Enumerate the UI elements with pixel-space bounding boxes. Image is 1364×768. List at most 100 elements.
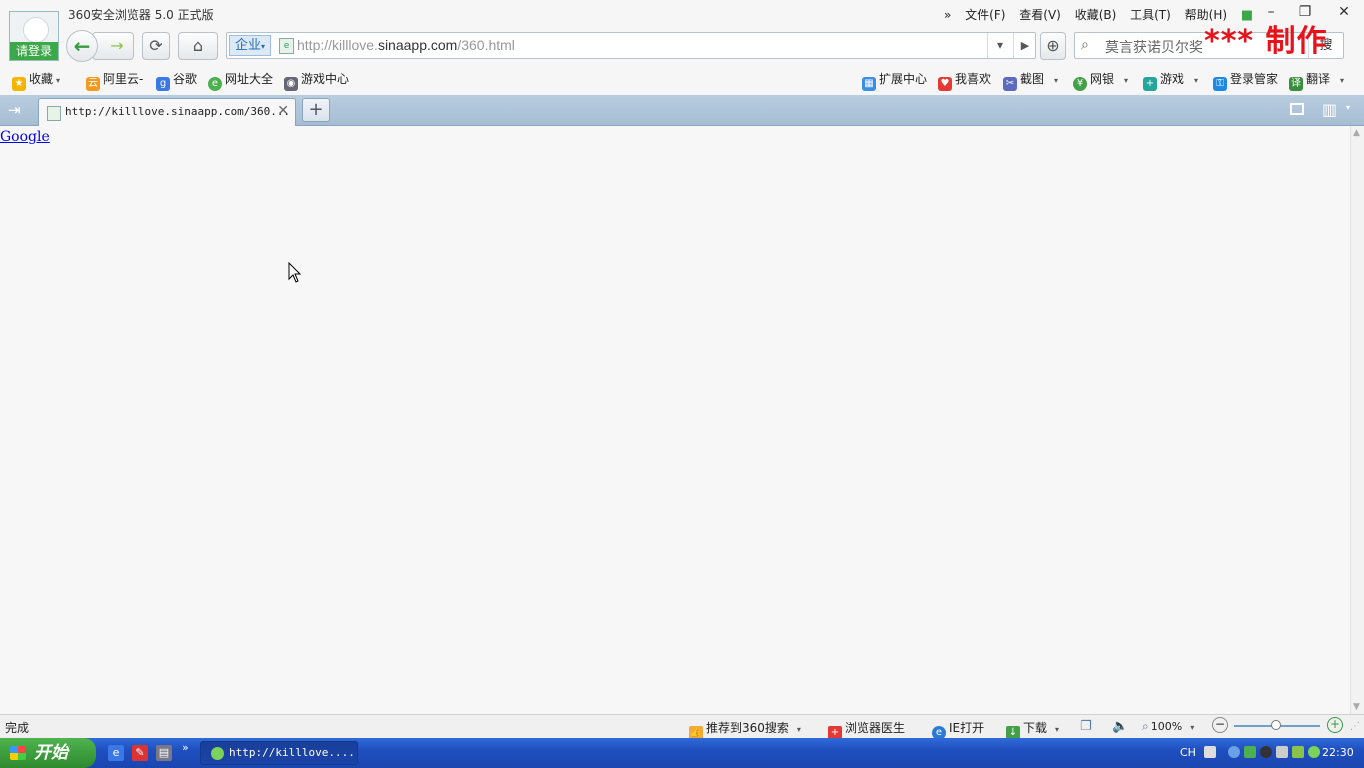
taskbar-browser-window[interactable]: http://killlove.... [200, 741, 358, 765]
tab-close-icon[interactable]: ✕ [277, 103, 289, 119]
window-list-icon[interactable]: ❐ [1080, 719, 1092, 734]
sidebar-toggle-icon[interactable]: ⇥ [8, 101, 21, 119]
go-button[interactable]: ▶ [1013, 33, 1036, 58]
quicklaunch-more-icon[interactable]: » [182, 741, 189, 754]
tray-network-icon[interactable] [1244, 746, 1256, 758]
browser-doctor-button[interactable]: + 浏览器医生 [828, 719, 905, 740]
bookmark-game-center[interactable]: ◉ 游戏中心 [284, 70, 349, 91]
bookmark-label: 网址大全 [225, 72, 274, 86]
trash-icon[interactable]: ▥ [1322, 100, 1337, 119]
new-tab-button[interactable]: + [302, 98, 330, 122]
back-button[interactable]: ← [66, 30, 98, 62]
chevron-down-icon[interactable]: ▾ [1194, 76, 1198, 85]
bookmark-extensions[interactable]: ▦ 扩展中心 [862, 70, 927, 91]
bookmark-label: 翻译 [1306, 72, 1331, 86]
gamepad-icon: ◉ [284, 77, 298, 91]
magnifier-icon: ⌕ [1142, 719, 1149, 733]
chevron-down-icon: ▾ [56, 76, 61, 85]
start-button[interactable]: 开始 [0, 738, 96, 768]
close-button[interactable]: ✕ [1330, 2, 1358, 22]
page-content: Google [0, 126, 1350, 714]
bookmark-bank[interactable]: ¥ 网银 ▾ [1073, 70, 1128, 91]
bookmark-login-manager[interactable]: ⚿ 登录管家 [1213, 70, 1278, 91]
recommend-360-search-button[interactable]: 👍 推荐到360搜索 ▾ [689, 719, 801, 740]
chevron-down-icon[interactable]: ▾ [1054, 76, 1058, 85]
bookmark-aliyun[interactable]: 云阿里云- [86, 70, 143, 91]
windows-taskbar: 开始 e ✎ ▤ » http://killlove.... CH 22:30 [0, 738, 1364, 768]
tray-360-icon[interactable] [1308, 746, 1320, 758]
reload-button[interactable]: ⟳ [142, 32, 170, 60]
security-shield-button[interactable]: ⊕ [1040, 32, 1066, 60]
bookmark-site-nav[interactable]: e 网址大全 [208, 70, 273, 91]
bookmark-like[interactable]: ♥ 我喜欢 [938, 70, 991, 91]
url-text[interactable]: http://killlove.sinaapp.com/360.html [297, 37, 515, 53]
tray-display-icon[interactable] [1276, 746, 1288, 758]
resize-grip-icon[interactable]: ⋰ [1350, 721, 1360, 732]
bookmark-label: 谷歌 [173, 72, 198, 86]
screenshot-icon: ✂ [1003, 77, 1017, 91]
home-button[interactable]: ⌂ [178, 32, 218, 60]
quicklaunch-desktop-icon[interactable]: ▤ [156, 745, 172, 761]
tab-active[interactable]: http://killlove.sinaapp.com/360... ✕ [38, 98, 296, 126]
aliyun-icon: 云 [86, 77, 100, 91]
vertical-scrollbar[interactable]: ▲ ▼ [1350, 126, 1364, 714]
bookmark-label: 截图 [1020, 72, 1045, 86]
bookmarks-bar: ★ 收藏 ▾ 云阿里云- g 谷歌 e 网址大全 ◉ 游戏中心 ▦ 扩展中心 ♥ 我喜欢 ✂ 截… [0, 66, 1364, 92]
heart-icon: ♥ [938, 77, 952, 91]
system-tray: CH 22:30 [1170, 738, 1364, 768]
bookmark-favorites[interactable]: ★ 收藏 ▾ [12, 70, 60, 91]
login-button[interactable]: 请登录 [10, 42, 58, 60]
bank-icon: ¥ [1073, 77, 1087, 91]
address-bar[interactable]: 企业▾ e http://killlove.sinaapp.com/360.ht… [226, 32, 1036, 59]
start-label: 开始 [34, 743, 68, 763]
game-icon: + [1143, 77, 1157, 91]
user-avatar[interactable]: 请登录 [9, 11, 59, 61]
chevron-down-icon[interactable]: ▾ [1124, 76, 1128, 85]
zoom-in-button[interactable]: + [1327, 717, 1343, 733]
menu-more-icon[interactable]: » [944, 8, 951, 22]
search-icon: ⌕ [1081, 37, 1089, 53]
qq-icon[interactable] [1260, 746, 1272, 758]
language-indicator[interactable]: CH [1180, 746, 1196, 759]
bookmark-translate[interactable]: 译翻译 ▾ [1289, 70, 1344, 91]
keyboard-icon[interactable] [1204, 746, 1216, 758]
chevron-down-icon: ▾ [796, 725, 801, 734]
menu-tools[interactable]: 工具(T) [1130, 8, 1171, 22]
tray-volume-icon[interactable] [1292, 746, 1304, 758]
menu-file[interactable]: 文件(F) [965, 8, 1005, 22]
search-input[interactable]: 莫言获诺贝尔奖 [1105, 37, 1203, 57]
menu-favorites[interactable]: 收藏(B) [1075, 8, 1117, 22]
bookmark-screenshot[interactable]: ✂ 截图 ▾ [1003, 70, 1058, 91]
chevron-down-icon[interactable]: ▾ [1346, 103, 1350, 112]
clock[interactable]: 22:30 [1322, 746, 1354, 759]
forward-button[interactable]: → [92, 32, 134, 60]
speaker-icon[interactable]: 🔈 [1112, 719, 1128, 734]
page-favicon-icon: e [279, 38, 294, 54]
ie-open-label: IE打开 [949, 721, 985, 735]
scroll-down-icon[interactable]: ▼ [1353, 702, 1360, 712]
tray-expand-icon[interactable] [1228, 746, 1240, 758]
url-history-dropdown-icon[interactable]: ▾ [987, 33, 1012, 58]
bookmark-game[interactable]: + 游戏 ▾ [1143, 70, 1198, 91]
bookmark-label: 我喜欢 [955, 72, 992, 86]
scroll-up-icon[interactable]: ▲ [1353, 128, 1360, 138]
zoom-slider-handle[interactable] [1271, 720, 1281, 730]
download-button[interactable]: ↓ 下载 ▾ [1006, 719, 1059, 740]
chevron-down-icon[interactable]: ▾ [1340, 76, 1344, 85]
status-text: 完成 [5, 721, 30, 735]
google-link[interactable]: Google [0, 129, 50, 145]
zoom-out-button[interactable]: − [1212, 717, 1228, 733]
bookmark-google[interactable]: g 谷歌 [156, 70, 197, 91]
watermark-text: *** 制作 [1204, 24, 1328, 59]
browser-360-icon [211, 747, 224, 760]
restore-tabs-icon[interactable] [1290, 103, 1304, 115]
key-icon: ⚿ [1213, 77, 1227, 91]
tab-strip: ⇥ http://killlove.sinaapp.com/360... ✕ +… [0, 95, 1364, 126]
enterprise-mode-button[interactable]: 企业▾ [229, 35, 271, 56]
zoom-menu[interactable]: ⌕ 100% ▾ [1142, 719, 1194, 734]
url-path: /360.html [457, 37, 515, 53]
quicklaunch-tool-icon[interactable]: ✎ [132, 745, 148, 761]
quicklaunch-ie-icon[interactable]: e [108, 745, 124, 761]
ie-open-button[interactable]: e IE打开 [932, 719, 984, 740]
menu-view[interactable]: 查看(V) [1019, 8, 1061, 22]
